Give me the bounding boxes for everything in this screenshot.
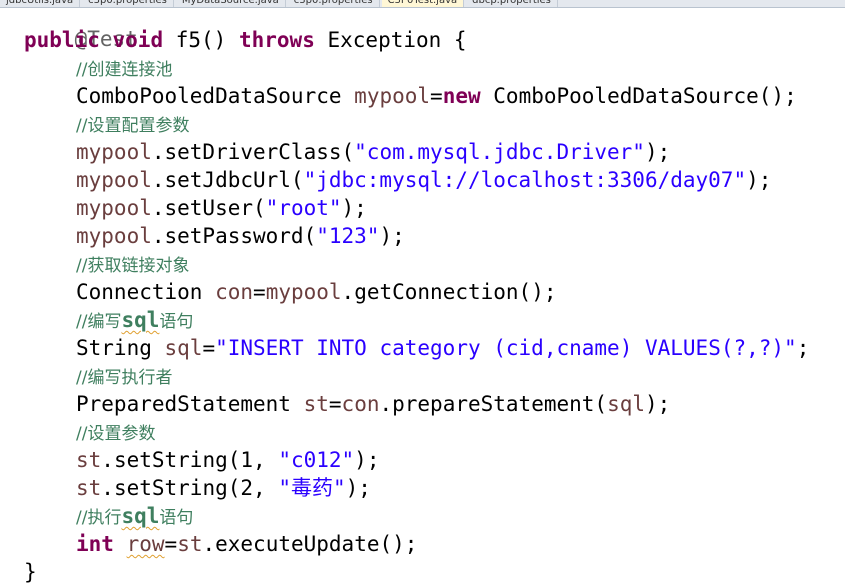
comment-write-sql: //编写sql语句 (76, 306, 193, 334)
keyword-throws: throws (238, 28, 315, 52)
string-literal: "INSERT INTO category (cid,cname) VALUES… (215, 336, 797, 360)
comment-text: 语句 (159, 312, 194, 332)
keyword-int: int (76, 532, 114, 556)
operator: = (328, 392, 342, 416)
punctuation: ); (645, 392, 671, 416)
string-literal: "c012" (278, 448, 355, 472)
comment-sql-word: sql (121, 308, 160, 332)
variable-con: con (215, 280, 254, 304)
variable-st: st (177, 532, 203, 556)
keyword-void: void (112, 28, 164, 52)
string-literal: "jdbc:mysql://localhost:3306/day07" (303, 168, 747, 192)
variable-mypool: mypool (76, 196, 152, 220)
variable-sql: sql (607, 392, 645, 416)
type-name: ComboPooledDataSource (76, 84, 342, 108)
code-line-execute-update: int row=st.executeUpdate(); (76, 530, 417, 558)
comment-text: //编写执行者 (76, 368, 173, 388)
variable-st: st (303, 392, 329, 416)
keyword-new: new (442, 84, 481, 108)
variable-mypool: mypool (265, 280, 342, 304)
punctuation: ); (341, 196, 367, 220)
method-call: .setJdbcUrl( (151, 168, 304, 192)
comment-text: 语句 (159, 508, 194, 528)
code-line-method-signature: public void f5() throws Exception { (24, 26, 467, 54)
comment-execute-sql: //执行sql语句 (76, 502, 193, 530)
method-call: .setDriverClass( (151, 140, 355, 164)
punctuation: ; (796, 336, 810, 360)
code-line-set-url: mypool.setJdbcUrl("jdbc:mysql://localhos… (76, 166, 771, 194)
method-name: f5() (175, 28, 227, 52)
type-name: String (76, 336, 152, 360)
code-line-connection: Connection con=mypool.getConnection(); (76, 278, 556, 306)
variable-con: con (341, 392, 380, 416)
punctuation: ); (644, 140, 671, 164)
variable-sql: sql (164, 336, 203, 360)
method-call: .prepareStatement( (379, 392, 608, 416)
method-call: .setPassword( (151, 224, 317, 248)
variable-mypool: mypool (354, 84, 431, 108)
method-call: .executeUpdate(); (202, 532, 418, 556)
operator: = (202, 336, 216, 360)
code-editor[interactable]: @Test public void f5() throws Exception … (0, 0, 845, 584)
punctuation: ); (354, 448, 380, 472)
method-call: .setString(1, (101, 448, 279, 472)
string-literal: "123" (316, 224, 380, 248)
code-line-set-driver: mypool.setDriverClass("com.mysql.jdbc.Dr… (76, 138, 670, 166)
code-line-set-string-1: st.setString(1, "c012"); (76, 446, 379, 474)
variable-st: st (76, 476, 102, 500)
code-line-pool-declaration: ComboPooledDataSource mypool=new ComboPo… (76, 82, 797, 110)
punctuation: ); (379, 224, 405, 248)
code-line-prepared-statement: PreparedStatement st=con.prepareStatemen… (76, 390, 670, 418)
comment-get-connection: //获取链接对象 (76, 250, 189, 278)
operator: = (253, 280, 266, 304)
comment-set-config: //设置配置参数 (76, 110, 189, 138)
closing-brace: } (24, 560, 37, 584)
variable-st: st (76, 448, 102, 472)
constructor-call: ComboPooledDataSource(); (493, 84, 797, 108)
method-call: .setUser( (151, 196, 266, 220)
comment-text: //获取链接对象 (76, 256, 190, 276)
code-line-set-user: mypool.setUser("root"); (76, 194, 367, 222)
comment-text: //执行 (76, 508, 122, 528)
operator: = (430, 84, 443, 108)
variable-mypool: mypool (76, 168, 152, 192)
code-line-set-password: mypool.setPassword("123"); (76, 222, 405, 250)
method-call: .getConnection(); (341, 280, 557, 304)
string-literal: "com.mysql.jdbc.Driver" (354, 140, 645, 164)
method-call: .setString(2, (101, 476, 279, 500)
code-line-sql-string: String sql="INSERT INTO category (cid,cn… (76, 334, 809, 362)
comment-write-executor: //编写执行者 (76, 362, 172, 390)
comment-text: //编写 (76, 312, 122, 332)
comment-create-pool: //创建连接池 (76, 54, 172, 82)
variable-row: row (126, 532, 165, 556)
type-name: Connection (76, 280, 203, 304)
exception-type: Exception { (327, 28, 467, 52)
comment-set-params: //设置参数 (76, 418, 155, 446)
variable-mypool: mypool (76, 224, 152, 248)
code-line-set-string-2: st.setString(2, "毒药"); (76, 474, 371, 502)
comment-text: //设置配置参数 (76, 116, 190, 136)
comment-text: //创建连接池 (76, 60, 173, 80)
punctuation: ); (345, 476, 371, 500)
type-name: PreparedStatement (76, 392, 291, 416)
code-line-annotation: @Test (24, 0, 138, 51)
keyword-public: public (24, 28, 100, 52)
comment-text: //设置参数 (76, 424, 156, 444)
punctuation: ); (746, 168, 772, 192)
operator: = (164, 532, 178, 556)
comment-sql-word: sql (121, 504, 160, 528)
string-literal: "root" (265, 196, 342, 220)
string-literal: "毒药" (278, 476, 346, 500)
variable-mypool: mypool (76, 140, 152, 164)
